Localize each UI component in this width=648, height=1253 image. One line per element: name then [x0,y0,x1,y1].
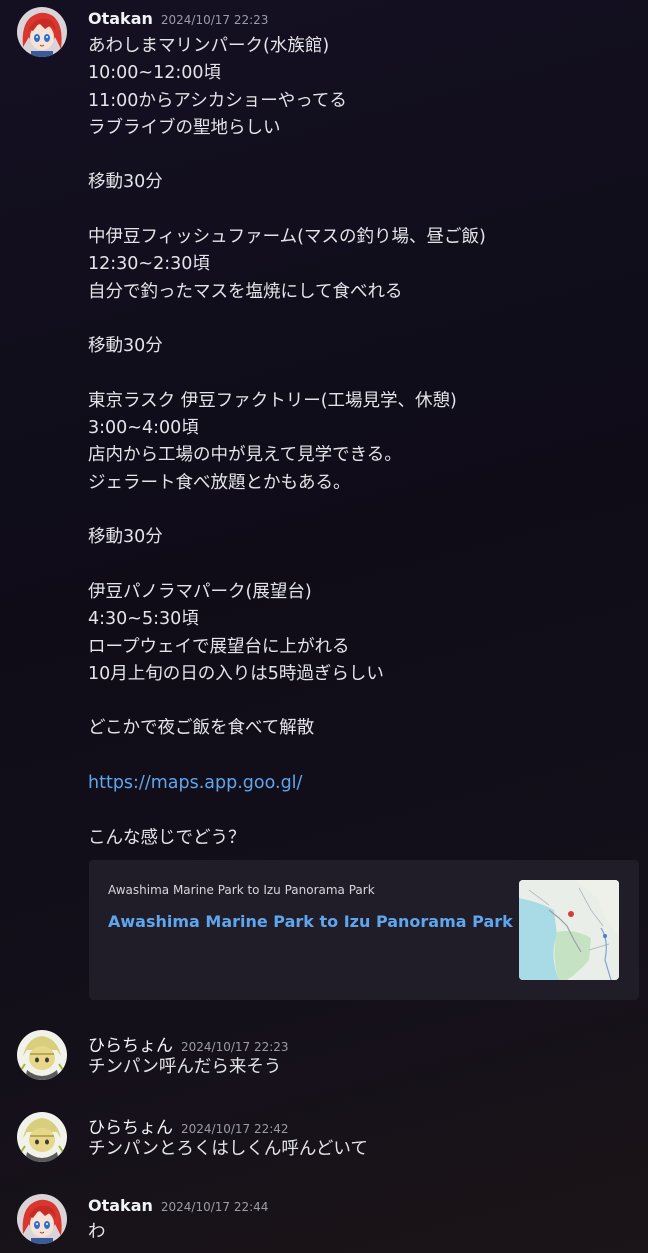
username[interactable]: Otakan [88,9,153,28]
message-line [88,361,486,388]
message-line [88,142,486,169]
message-line: ラブライブの聖地らしい [88,117,281,138]
message-line: 店内から工場の中が見えて見学できる。 [88,445,402,466]
timestamp: 2024/10/17 22:42 [181,1122,289,1136]
message-content: あわしまマリンパーク(水族館) 10:00~12:00頃 11:00からアシカシ… [88,33,486,852]
message-line: 自分で釣ったマスを塩焼にして食べれる [88,281,403,302]
message-header: Otakan 2024/10/17 22:23 [88,9,268,28]
map-thumbnail[interactable] [519,880,619,980]
message-content: チンパンとろくはしくん呼んどいて [88,1136,368,1163]
message-line: 10:00~12:00頃 [88,63,222,84]
message-line: わ [88,1222,106,1242]
avatar-hirachon[interactable] [17,1112,67,1162]
message-content: チンパン呼んだら来そう [88,1054,281,1081]
message-line: 11:00からアシカショーやってる [88,90,347,111]
timestamp: 2024/10/17 22:23 [160,13,269,27]
embed-provider: Awashima Marine Park to Izu Panorama Par… [108,883,375,897]
timestamp: 2024/10/17 22:23 [181,1040,289,1054]
message-line: ロープウェイで展望台に上がれる [88,636,350,657]
message-line [88,688,486,715]
message-header: Otakan 2024/10/17 22:44 [88,1196,268,1215]
message-line: 3:00~4:00頃 [88,418,199,439]
message-line: 10月上旬の日の入りは5時過ぎらしい [88,663,384,684]
message-line: 移動30分 [88,172,163,193]
message-header: ひらちょん 2024/10/17 22:42 [88,1113,289,1138]
username[interactable]: ひらちょん [88,1118,173,1138]
message-line [88,797,486,824]
message-line: あわしまマリンパーク(水族館) [88,36,330,56]
message-line: 12:30~2:30頃 [88,254,210,275]
message-line: チンパン呼んだら来そう [88,1057,282,1077]
message-line: 東京ラスク 伊豆ファクトリー(工場見学、休憩) [88,390,457,411]
message-line: 移動30分 [88,527,163,548]
message-line [88,197,486,224]
message-line: どこかで夜ご飯を食べて解散 [88,718,315,739]
message-line [88,497,486,524]
username[interactable]: ひらちょん [88,1036,173,1056]
timestamp: 2024/10/17 22:44 [160,1200,269,1214]
embed-title-link[interactable]: Awashima Marine Park to Izu Panorama Par… [108,912,513,931]
message-line [88,552,486,579]
avatar-otakan[interactable] [17,7,67,57]
message-line: こんな感じでどう？ [88,827,246,848]
message-line [88,743,486,770]
message-line: ジェラート食べ放題とかもある。 [88,472,351,493]
message-header: ひらちょん 2024/10/17 22:23 [88,1031,289,1056]
avatar-hirachon[interactable] [17,1030,67,1080]
message-line: 移動30分 [88,336,163,357]
link-embed: Awashima Marine Park to Izu Panorama Par… [89,860,639,1000]
message-line: 中伊豆フィッシュファーム(マスの釣り場、昼ご飯) [88,227,486,248]
username[interactable]: Otakan [88,1196,153,1215]
message-line: チンパンとろくはしくん呼んどいて [88,1139,368,1159]
maps-link[interactable]: https://maps.app.goo.gl/ [88,773,302,793]
message-content: わ [88,1219,106,1246]
avatar-otakan[interactable] [17,1194,67,1244]
message-line [88,306,486,333]
message-line: 伊豆パノラマパーク(展望台) [88,581,312,602]
message-line: 4:30~5:30頃 [88,609,199,630]
